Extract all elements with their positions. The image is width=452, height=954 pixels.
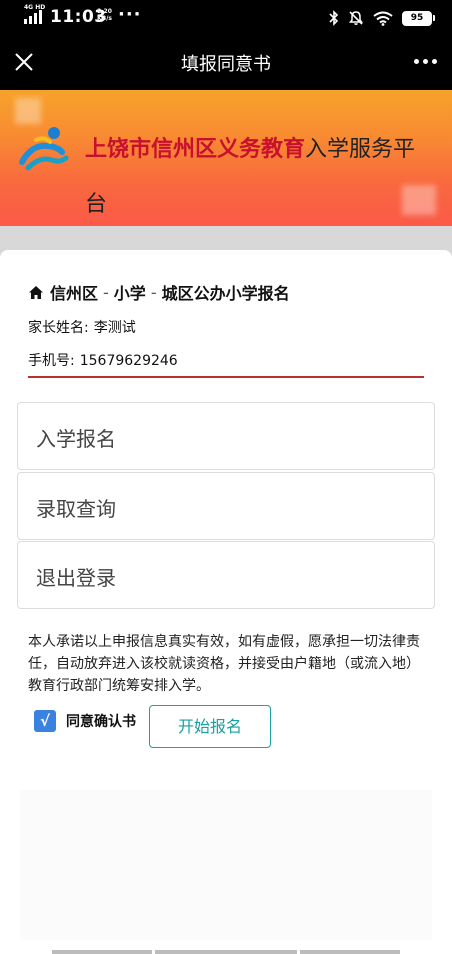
mute-icon xyxy=(349,11,363,25)
title-bar: 填报同意书 xyxy=(0,36,452,90)
phone-row: 手机号: 15679629246 xyxy=(28,350,178,370)
breadcrumb-separator: - xyxy=(103,282,109,302)
background-area xyxy=(20,790,432,940)
selection-card: 信州区 - 小学 - 城区公办小学报名 家长姓名: 李测试 手机号: 1567962… xyxy=(0,250,452,624)
home-icon xyxy=(29,285,43,299)
banner-title-highlight: 上饶市信州区义务教育 xyxy=(85,137,306,162)
menu-logout-label: 退出登录 xyxy=(36,566,116,590)
bluetooth-icon xyxy=(329,10,339,26)
menu-admission-query-button[interactable]: 录取查询 xyxy=(17,472,435,540)
agree-row: √ 同意确认书 xyxy=(34,710,136,732)
breadcrumb-district: 信州区 xyxy=(50,284,99,303)
banner-title-rest: 入学服务平 xyxy=(305,137,416,162)
phone-value: 15679629246 xyxy=(79,353,178,369)
menu-enroll-label: 入学报名 xyxy=(36,427,116,451)
banner: 上饶市信州区义务教育入学服务平 台 xyxy=(0,90,452,226)
menu-enroll-button[interactable]: 入学报名 xyxy=(17,402,435,470)
banner-title: 上饶市信州区义务教育入学服务平 xyxy=(85,135,415,165)
page-title: 填报同意书 xyxy=(181,54,271,75)
consent-text: 本人承诺以上申报信息真实有效，如有虚假，愿承担一切法律责任，自动放弃进入该校就读… xyxy=(28,634,420,694)
breadcrumb-category: 城区公办小学报名 xyxy=(161,284,290,303)
parent-name-row: 家长姓名: 李测试 xyxy=(28,317,136,337)
phone-label: 手机号: xyxy=(28,353,75,369)
nav-indicator xyxy=(155,950,297,954)
agree-label: 同意确认书 xyxy=(66,714,136,730)
breadcrumb-level: 小学 xyxy=(113,284,146,303)
phone-underline xyxy=(28,376,424,378)
agree-checkbox[interactable]: √ xyxy=(34,710,56,732)
menu-logout-button[interactable]: 退出登录 xyxy=(17,541,435,609)
parent-name-label: 家长姓名: xyxy=(28,320,89,336)
breadcrumb: 信州区 - 小学 - 城区公办小学报名 xyxy=(28,280,290,304)
network-speed-value: 2.20 xyxy=(97,8,112,15)
status-bar: 4G HD 11:03 2.20 KB/s ··· 95 xyxy=(0,0,452,36)
status-icons: 95 xyxy=(329,9,435,27)
menu-admission-query-label: 录取查询 xyxy=(36,497,116,521)
decorative-blur xyxy=(402,185,436,215)
decorative-blur xyxy=(15,98,41,124)
nav-indicator xyxy=(300,950,400,954)
signal-icon xyxy=(24,10,44,24)
breadcrumb-separator: - xyxy=(150,282,157,302)
parent-name-value: 李测试 xyxy=(93,320,136,336)
battery-icon: 95 xyxy=(402,10,435,26)
more-icon[interactable] xyxy=(410,46,440,76)
wifi-icon xyxy=(373,11,393,26)
banner-title-wrap: 台 xyxy=(85,192,108,217)
nav-indicator xyxy=(52,950,152,954)
start-enrollment-button[interactable]: 开始报名 xyxy=(149,705,271,748)
platform-logo xyxy=(19,127,69,171)
notification-overflow: ··· xyxy=(118,4,142,25)
network-speed: 2.20 KB/s xyxy=(97,8,112,22)
network-speed-unit: KB/s xyxy=(97,15,112,22)
